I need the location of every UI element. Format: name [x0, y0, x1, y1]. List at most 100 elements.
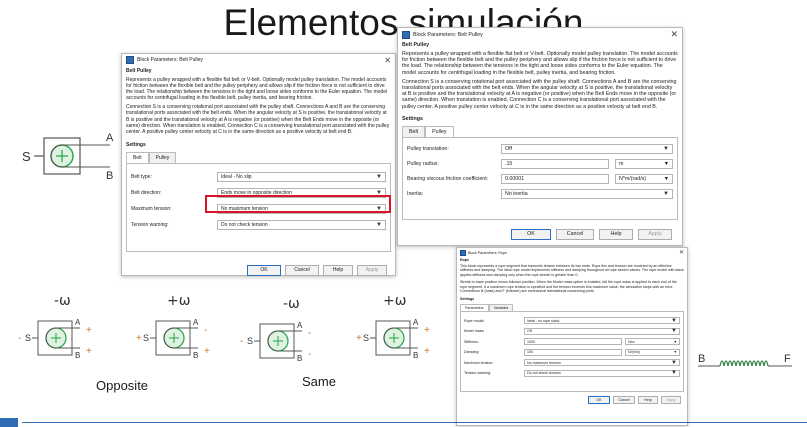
cancel-button[interactable]: Cancel	[285, 264, 319, 276]
rope-model-dropdown[interactable]: Ideal - no rope slack ▼	[524, 317, 680, 325]
tab-pulley[interactable]: Pulley	[425, 125, 454, 137]
port-b-label: B	[413, 351, 418, 360]
block-name: Belt Pulley	[126, 68, 152, 74]
help-button[interactable]: Help	[638, 396, 658, 405]
dialog-title: Block Parameters: Rope	[468, 250, 507, 255]
close-icon[interactable]: ✕	[384, 56, 391, 65]
param-row-rope-model: Rope model: Ideal - no rope slack ▼	[464, 317, 680, 325]
chevron-down-icon: ▼	[376, 222, 382, 229]
max-tension-dropdown[interactable]: No maximum tension ▼	[524, 359, 680, 367]
sign-label: -	[308, 328, 311, 339]
block-description: Represents a pulley wrapped with a flexi…	[126, 77, 391, 135]
pulley-radius-input[interactable]: .15	[501, 159, 609, 170]
pulley-variant-3: - S A B - -	[240, 321, 311, 363]
dialog-titlebar: Block Parameters: Rope ✕	[457, 248, 687, 257]
caption-opposite: Opposite	[96, 378, 149, 393]
dropdown-value: Off	[527, 329, 532, 334]
param-row-translation: Pulley translation: Off ▼	[407, 144, 673, 155]
belt-type-dropdown[interactable]: Ideal - No slip ▼	[217, 172, 386, 183]
caption-same: Same	[302, 374, 336, 389]
input-value: 0.00001	[505, 176, 525, 183]
highlight-box-belt-direction	[205, 195, 391, 213]
inertia-dropdown[interactable]: No inertia ▼	[501, 189, 673, 200]
dialog-title: Block Parameters: Belt Pulley	[137, 57, 203, 63]
sign-label: +	[136, 333, 142, 344]
radius-unit-dropdown[interactable]: m ▼	[615, 159, 673, 170]
damping-unit-dropdown[interactable]: N/(m/s) ▼	[625, 348, 680, 356]
simulink-app-icon	[460, 249, 466, 256]
pulley-variant-4: + S A B + +	[356, 318, 430, 360]
apply-button[interactable]: Apply	[357, 264, 387, 276]
input-value: 100	[527, 350, 533, 355]
input-value: 1000	[527, 339, 535, 344]
chevron-down-icon: ▼	[671, 359, 677, 366]
settings-label: Settings	[126, 141, 146, 148]
help-button[interactable]: Help	[599, 228, 633, 240]
port-f-label: F	[784, 353, 791, 365]
unit-value: N/m	[628, 339, 635, 344]
tab-belt[interactable]: Belt	[402, 125, 426, 137]
param-row-damping: Damping: 100 N/(m/s) ▼	[464, 348, 680, 356]
dropdown-value: Do not check tension	[527, 371, 561, 376]
dropdown-value: Ideal - No slip	[221, 174, 252, 181]
footer-decoration	[0, 418, 807, 427]
omega-label: -ω	[283, 296, 300, 312]
stiffness-unit-dropdown[interactable]: N/m ▼	[625, 338, 680, 346]
dialog-buttons: OK Cancel Help Apply	[398, 228, 672, 240]
tab-pulley[interactable]: Pulley	[148, 151, 177, 163]
tab-parameters[interactable]: Parameters	[460, 304, 489, 312]
dialog-buttons: OK Cancel Help Apply	[122, 264, 387, 276]
help-button[interactable]: Help	[323, 264, 353, 276]
dialog-titlebar: Block Parameters: Belt Pulley ✕	[398, 28, 682, 41]
stiffness-input[interactable]: 1000	[524, 338, 623, 346]
chevron-down-icon: ▼	[663, 176, 669, 183]
ok-button[interactable]: OK	[588, 396, 610, 405]
ok-button[interactable]: OK	[247, 264, 281, 276]
apply-button[interactable]: Apply	[661, 396, 681, 405]
tension-warning-dropdown[interactable]: Do not check tension ▼	[524, 369, 680, 377]
port-a-label: A	[413, 318, 419, 327]
dialog-buttons: OK Cancel Help Apply	[457, 396, 681, 405]
friction-coefficient-input[interactable]: 0.00001	[501, 174, 609, 185]
omega-label: +ω	[167, 293, 191, 309]
sign-label: +	[424, 346, 430, 357]
chevron-down-icon: ▼	[663, 161, 669, 168]
cancel-button[interactable]: Cancel	[613, 396, 635, 405]
ok-button[interactable]: OK	[511, 228, 551, 240]
settings-label: Settings	[402, 115, 423, 122]
sign-label: +	[86, 325, 92, 336]
omega-label: +ω	[383, 293, 407, 309]
param-label: Model mass:	[464, 329, 485, 334]
sign-label: +	[356, 333, 362, 344]
dropdown-value: Off	[505, 146, 512, 153]
cancel-button[interactable]: Cancel	[556, 228, 594, 240]
port-a-label: A	[75, 318, 81, 327]
description-paragraph: This block represents a rope segment tha…	[460, 264, 684, 277]
description-paragraph: Stretch is base position minus follower …	[460, 280, 677, 294]
omega-label: -ω	[54, 293, 71, 309]
pulley-translation-dropdown[interactable]: Off ▼	[501, 144, 673, 155]
tension-warning-dropdown[interactable]: Do not check tension ▼	[217, 220, 386, 231]
param-label: Tension warning:	[131, 222, 169, 229]
param-row-model-mass: Model mass: Off ▼	[464, 327, 680, 335]
description-paragraph: Represents a pulley wrapped with a flexi…	[402, 51, 678, 76]
tab-belt[interactable]: Belt	[126, 151, 149, 163]
block-description: This block represents a rope segment tha…	[460, 264, 684, 293]
close-icon[interactable]: ✕	[670, 29, 678, 40]
dropdown-value: Ideal - no rope slack	[527, 318, 560, 323]
input-value: .15	[505, 161, 513, 168]
apply-button[interactable]: Apply	[638, 228, 672, 240]
sign-label: -	[308, 349, 311, 360]
port-b-label: B	[698, 353, 705, 365]
tab-variables[interactable]: Variables	[488, 304, 514, 312]
damping-input[interactable]: 100	[524, 348, 623, 356]
block-name: Rope	[460, 258, 469, 262]
friction-unit-dropdown[interactable]: N*m/(rad/s) ▼	[615, 174, 673, 185]
port-s-label: S	[143, 333, 149, 343]
port-s-label: S	[247, 336, 253, 346]
close-icon[interactable]: ✕	[679, 249, 684, 256]
description-paragraph: Connection S is a conserving rotational …	[126, 104, 390, 135]
model-mass-dropdown[interactable]: Off ▼	[524, 327, 680, 335]
rope-dialog: Block Parameters: Rope ✕ Rope This block…	[456, 247, 688, 426]
param-row-stiffness: Stiffness: 1000 N/m ▼	[464, 338, 680, 346]
